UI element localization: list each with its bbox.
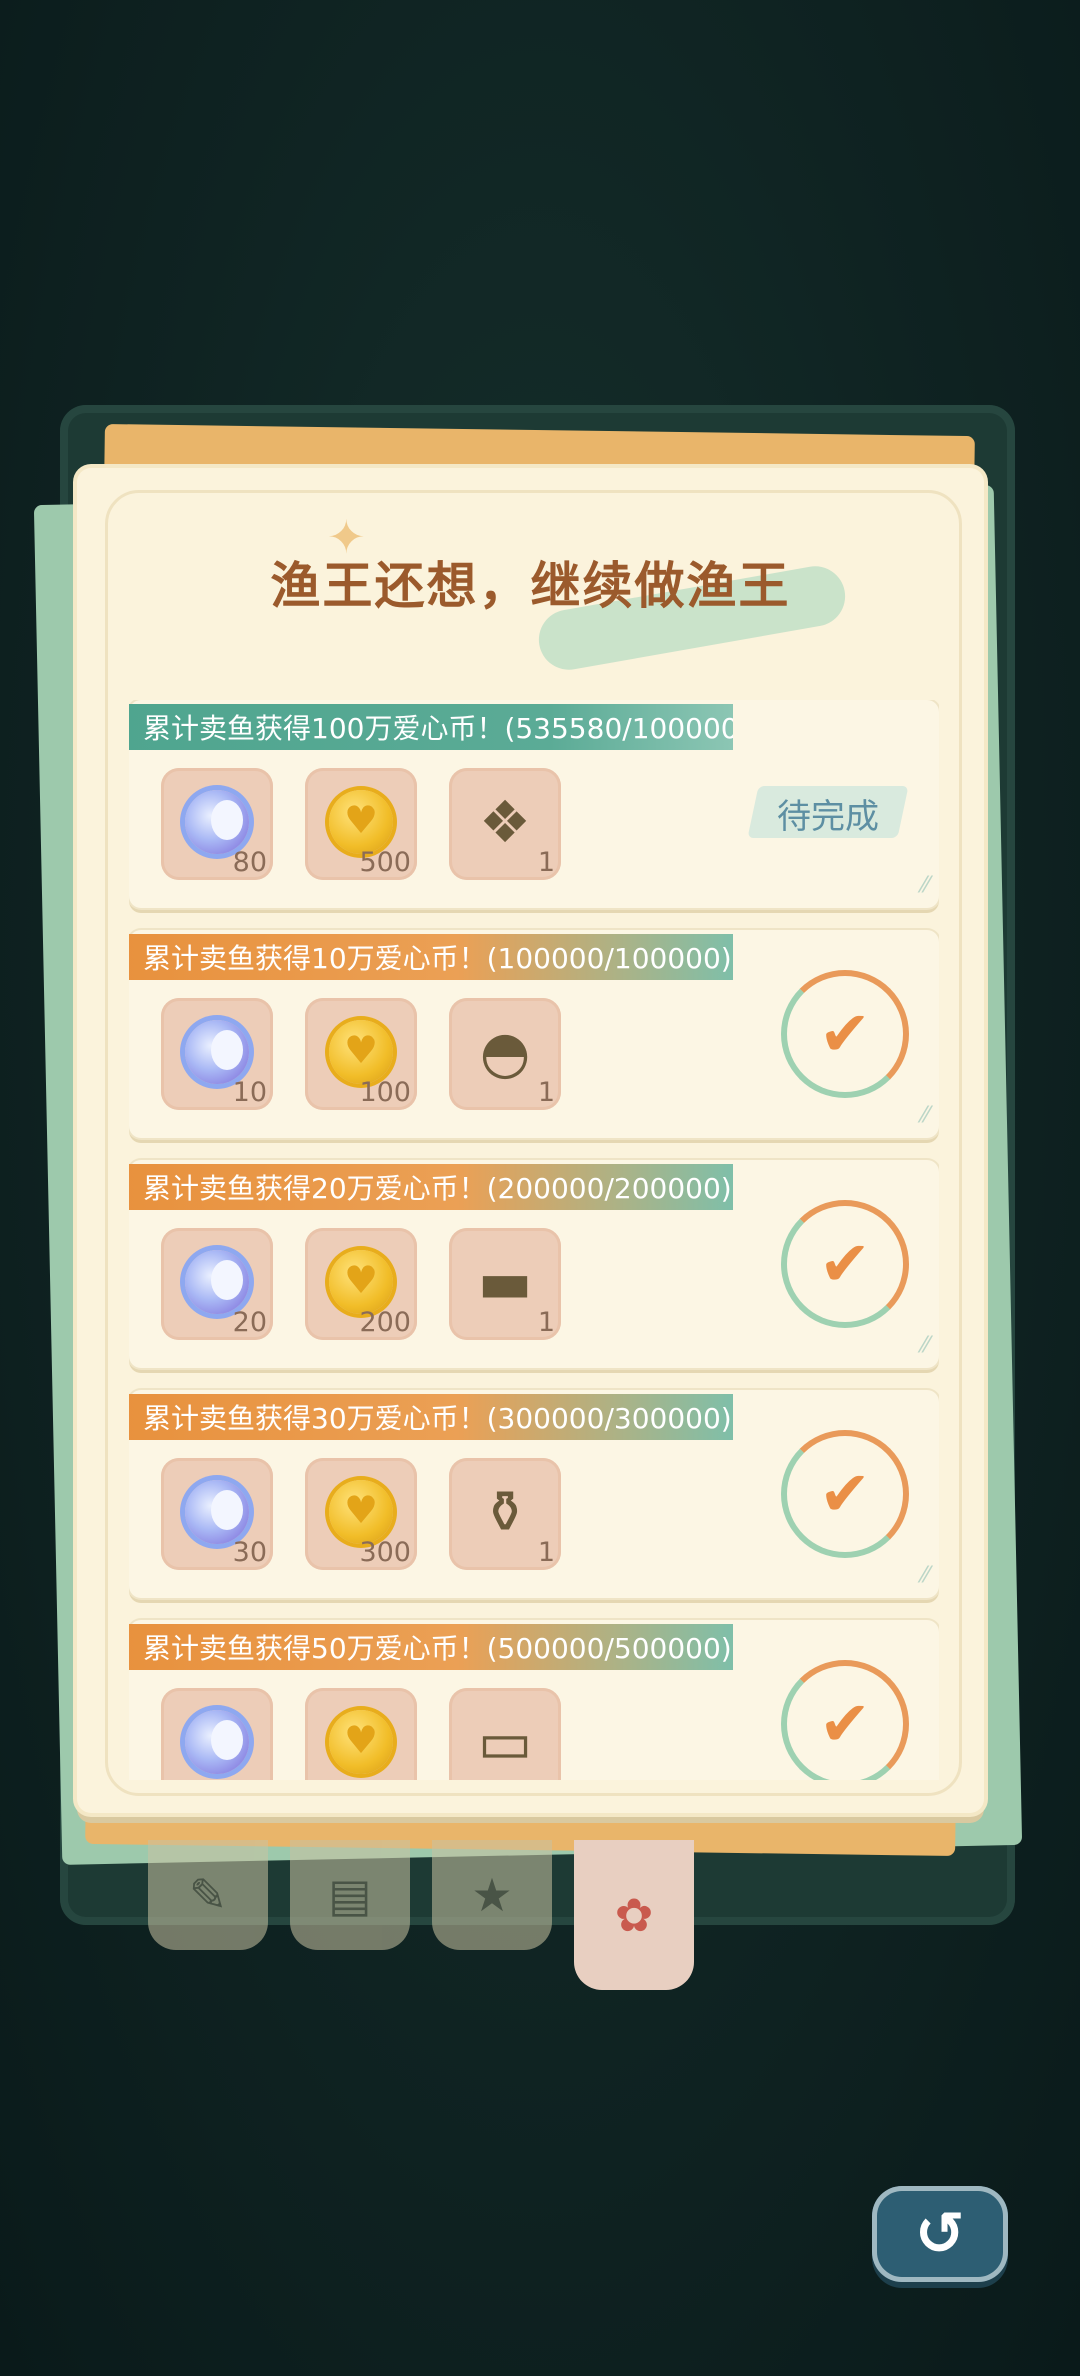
reward-count: 1	[537, 847, 555, 878]
corner-decoration-icon: ⁄⁄	[921, 1103, 929, 1128]
reward-item[interactable]: 500	[305, 768, 417, 880]
completed-check-badge[interactable]: ✔	[781, 970, 909, 1098]
task-label: 累计卖鱼获得10万爱心币！(100000/100000)	[129, 934, 733, 980]
reward-count: 80	[232, 847, 267, 878]
corner-decoration-icon: ⁄⁄	[921, 873, 929, 898]
back-button[interactable]: ↺	[872, 2186, 1008, 2282]
tab-book[interactable]: ★	[432, 1840, 552, 1950]
corner-decoration-icon: ⁄⁄	[921, 1333, 929, 1358]
task-list[interactable]: 累计卖鱼获得100万爱心币！(535580/100000080500❖1待完成⁄…	[129, 700, 939, 1780]
coin-icon	[329, 1020, 393, 1084]
reward-item[interactable]	[305, 1688, 417, 1780]
reward-count: 300	[359, 1537, 411, 1568]
reward-item[interactable]: ▬ 1	[449, 1228, 561, 1340]
task-label: 累计卖鱼获得100万爱心币！(535580/1000000	[129, 704, 733, 750]
reward-count: 10	[232, 1077, 267, 1108]
coin-icon	[329, 1480, 393, 1544]
reward-count: 100	[359, 1077, 411, 1108]
reward-count: 30	[232, 1537, 267, 1568]
checkmark-icon: ✔	[819, 1457, 871, 1530]
completed-check-badge[interactable]: ✔	[781, 1430, 909, 1558]
reward-count: 200	[359, 1307, 411, 1338]
reward-count: 1	[537, 1077, 555, 1108]
tab-achievements[interactable]: ✿	[574, 1840, 694, 1990]
achievement-panel: ✦ 渔王还想，继续做渔王 累计卖鱼获得100万爱心币！(535580/10000…	[77, 468, 984, 1813]
flower-icon: ✿	[614, 1888, 654, 1942]
vest-icon: ❖	[479, 788, 531, 856]
coin-icon	[329, 1710, 393, 1774]
task-card: 累计卖鱼获得30万爱心币！(300000/300000) 30 300 ⚱1 ✔ ⁄⁄	[129, 1390, 939, 1598]
task-label: 累计卖鱼获得50万爱心币！(500000/500000)	[129, 1624, 733, 1670]
notebook-pen-icon: ✎	[188, 1868, 228, 1922]
task-card: 累计卖鱼获得20万爱心币！(200000/200000) 20 200 ▬1 ✔ ⁄⁄	[129, 1160, 939, 1368]
reward-item[interactable]: 80	[161, 768, 273, 880]
reward-list: 30 300 ⚱1	[161, 1458, 561, 1570]
reward-item[interactable]	[161, 1688, 273, 1780]
reward-count: 1	[537, 1307, 555, 1338]
reward-item[interactable]: 200	[305, 1228, 417, 1340]
task-card: 累计卖鱼获得10万爱心币！(100000/100000) 10 100 ◓1 ✔ ⁄⁄	[129, 930, 939, 1138]
status-label: 待完成	[777, 796, 879, 837]
reward-count: 1	[537, 1537, 555, 1568]
moon-icon	[185, 1480, 249, 1544]
checkmark-icon: ✔	[819, 1687, 871, 1760]
task-card: 累计卖鱼获得50万爱心币！(500000/500000)▭✔⁄⁄	[129, 1620, 939, 1780]
corner-decoration-icon: ⁄⁄	[921, 1563, 929, 1588]
task-card: 累计卖鱼获得100万爱心币！(535580/1000000 80 500 ❖1 待完成 ⁄…	[129, 700, 939, 908]
reward-list: 10 100 ◓1	[161, 998, 561, 1110]
reward-item[interactable]: 100	[305, 998, 417, 1110]
reward-item[interactable]: ▭	[449, 1688, 561, 1780]
moon-icon	[185, 1020, 249, 1084]
fish-basket-icon: ⚱	[480, 1478, 530, 1546]
reward-count: 20	[232, 1307, 267, 1338]
reward-item[interactable]: 10	[161, 998, 273, 1110]
moon-icon	[185, 1250, 249, 1314]
checkmark-icon: ✔	[819, 997, 871, 1070]
book-tabs: ✎ ▤ ★ ✿	[0, 1840, 1080, 1990]
moon-icon	[185, 790, 249, 854]
belt-pouch-icon: ▭	[477, 1708, 533, 1776]
book-star-icon: ★	[471, 1868, 513, 1922]
reward-item[interactable]: 30	[161, 1458, 273, 1570]
boots-icon: ▬	[477, 1248, 533, 1316]
panel-title: 渔王还想，继续做渔王	[270, 557, 791, 615]
task-label: 累计卖鱼获得30万爱心币！(300000/300000)	[129, 1394, 733, 1440]
coin-icon	[329, 1250, 393, 1314]
reward-list: 20 200 ▬1	[161, 1228, 561, 1340]
checkmark-icon: ✔	[819, 1227, 871, 1300]
reward-item[interactable]: 300	[305, 1458, 417, 1570]
back-arrow-icon: ↺	[914, 2199, 966, 2269]
reward-item[interactable]: ❖ 1	[449, 768, 561, 880]
moon-icon	[185, 1710, 249, 1774]
notebook-chart-icon: ▤	[328, 1868, 372, 1922]
reward-count: 500	[359, 847, 411, 878]
reward-item[interactable]: ⚱ 1	[449, 1458, 561, 1570]
tab-chart[interactable]: ▤	[290, 1840, 410, 1950]
hat-icon: ◓	[479, 1018, 531, 1086]
coin-icon	[329, 790, 393, 854]
reward-list: ▭	[161, 1688, 561, 1780]
reward-item[interactable]: ◓ 1	[449, 998, 561, 1110]
task-label: 累计卖鱼获得20万爱心币！(200000/200000)	[129, 1164, 733, 1210]
reward-item[interactable]: 20	[161, 1228, 273, 1340]
completed-check-badge[interactable]: ✔	[781, 1200, 909, 1328]
tab-notebook[interactable]: ✎	[148, 1840, 268, 1950]
reward-list: 80 500 ❖1	[161, 768, 561, 880]
completed-check-badge[interactable]: ✔	[781, 1660, 909, 1780]
status-pending-badge: 待完成	[753, 778, 903, 848]
